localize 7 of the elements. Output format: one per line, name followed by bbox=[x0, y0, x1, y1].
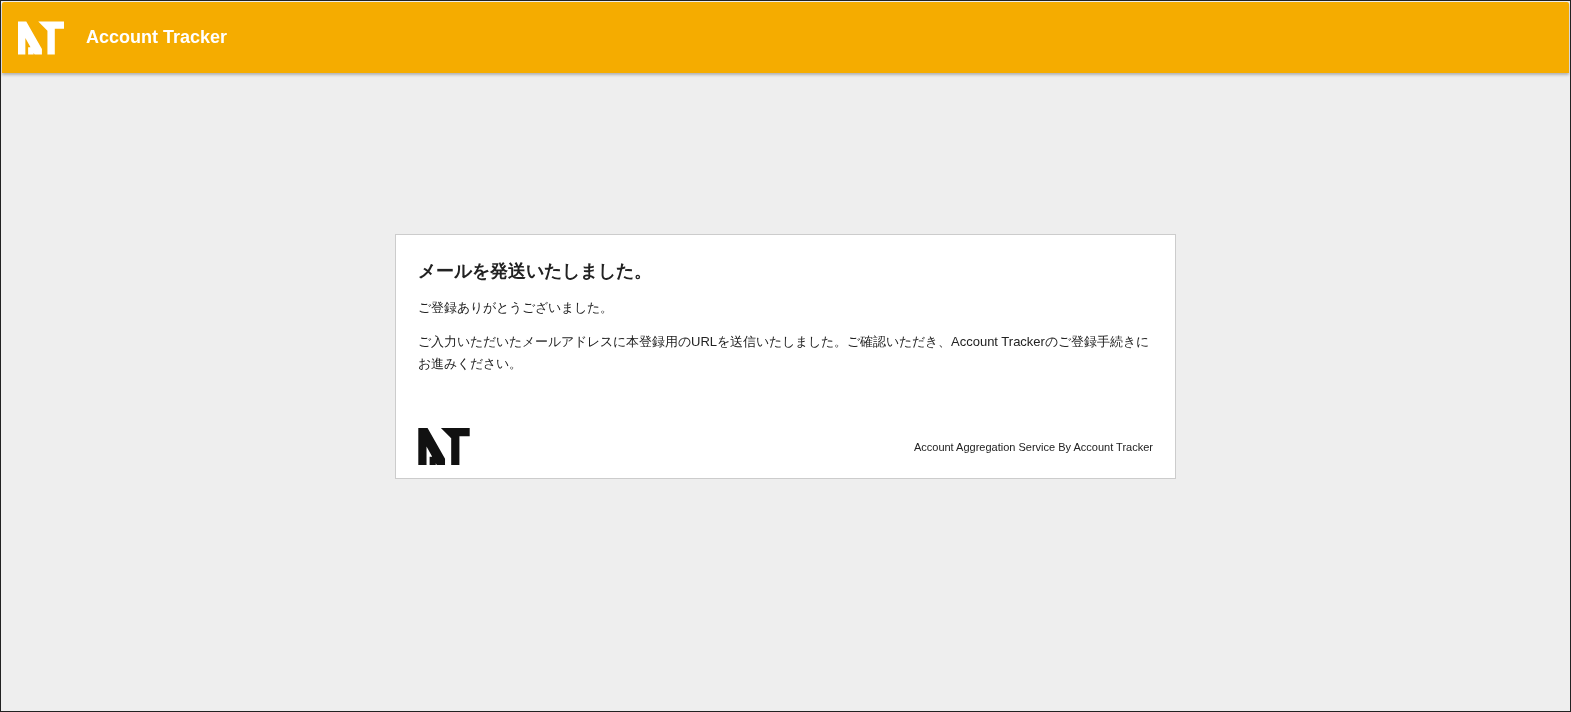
app-title: Account Tracker bbox=[86, 27, 228, 48]
message-text: ご登録ありがとうございました。 bbox=[418, 299, 614, 317]
service-credit: Account Aggregation Service By Account Tracker bbox=[913, 441, 1153, 453]
logo-icon bbox=[418, 428, 470, 465]
logo-icon bbox=[18, 20, 64, 55]
message-text: ご入力いただいたメールアドレスに本登録用のURLを送信いたしました。ご確認いただき、Account Trackerのご登録手続きにお進みください。 bbox=[418, 333, 1150, 373]
card-heading: メールを発送いたしました。 bbox=[418, 260, 653, 283]
